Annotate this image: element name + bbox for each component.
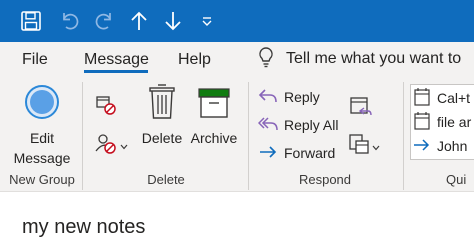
quick-step-label: John [437,138,468,154]
forward-icon [413,136,431,157]
customize-qat-icon[interactable] [196,6,218,36]
chevron-down-icon [120,137,128,153]
forward-label: Forward [284,145,336,161]
tell-me-search[interactable]: Tell me what you want to [258,42,461,76]
calendar-icon [413,111,431,134]
title-bar [0,0,474,42]
forward-icon [258,143,278,164]
more-respond-button[interactable] [348,132,380,159]
save-icon[interactable] [16,6,46,36]
undo-icon[interactable] [56,6,84,36]
archive-button[interactable]: Archive [188,84,240,148]
ignore-icon [94,92,118,119]
edit-message-label-1: Edit [29,130,55,146]
group-label-delete: Delete [147,172,185,187]
reply-all-button[interactable]: Reply All [257,114,339,136]
quick-steps-gallery: Cal+t file ar John [410,84,474,160]
meeting-reply-button[interactable] [348,94,372,121]
group-separator [248,82,249,190]
up-arrow-icon[interactable] [126,6,152,36]
quick-step-item[interactable]: Cal+t [411,86,474,110]
delete-label: Delete [141,130,183,146]
down-arrow-icon[interactable] [160,6,186,36]
group-label-new-group: New Group [9,172,75,187]
reply-icon [258,87,278,108]
block-sender-icon [94,131,118,158]
ignore-button[interactable] [94,92,118,119]
lightbulb-icon [258,46,274,73]
block-sender-button[interactable] [94,131,128,158]
trash-icon [147,84,177,125]
reply-button[interactable]: Reply [258,86,320,108]
quick-step-item[interactable]: John [411,134,474,158]
edit-message-button[interactable]: Edit Message [10,84,74,168]
group-label-respond: Respond [298,172,352,187]
quick-step-label: file ar [437,114,472,130]
more-respond-icon [348,132,370,159]
reply-all-icon [257,115,278,136]
calendar-icon [413,87,431,110]
redo-icon[interactable] [90,6,118,36]
edit-message-label-2: Message [13,150,71,166]
reply-all-label: Reply All [284,117,339,133]
reply-label: Reply [284,89,320,105]
group-separator [82,82,83,190]
delete-button[interactable]: Delete [138,84,186,148]
quick-step-item[interactable]: file ar [411,110,474,134]
chevron-down-icon [372,138,380,154]
tab-help[interactable]: Help [178,42,211,76]
message-body-text: my new notes [22,216,146,238]
active-tab-indicator [84,70,148,73]
edit-message-icon [24,84,60,125]
group-separator [403,82,404,190]
group-label-quick-steps: Qui [446,172,467,187]
archive-icon [196,84,232,125]
tell-me-text: Tell me what you want to [286,50,462,67]
quick-step-label: Cal+t [437,90,471,106]
tab-file[interactable]: File [22,42,48,76]
archive-label: Archive [190,130,238,146]
forward-button[interactable]: Forward [258,142,335,164]
calendar-reply-icon [348,94,372,121]
